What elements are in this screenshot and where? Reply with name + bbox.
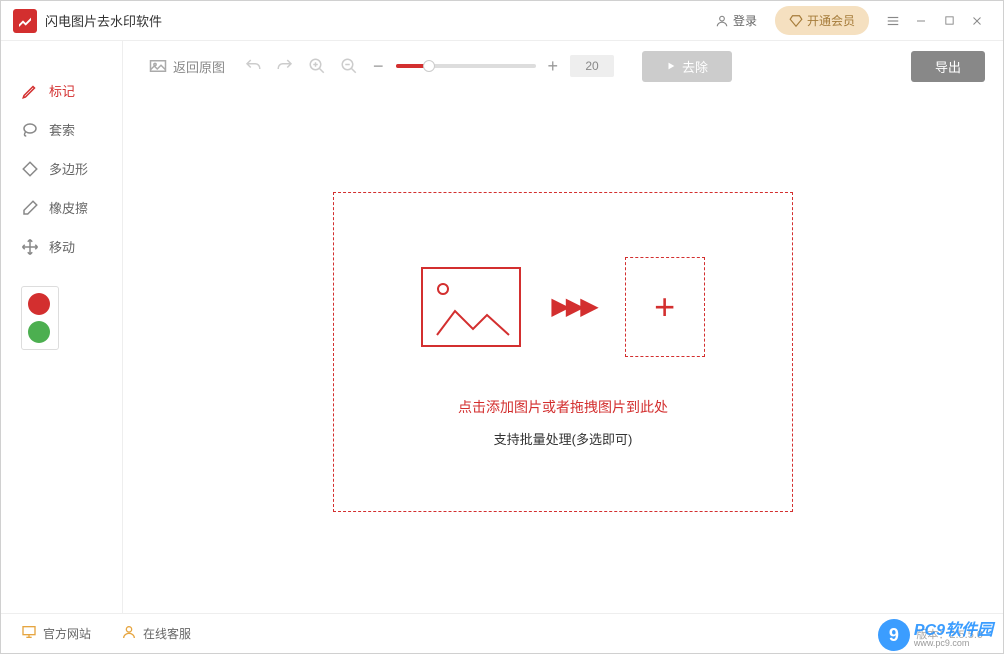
tool-label: 多边形 xyxy=(49,159,88,178)
tool-label: 移动 xyxy=(49,237,75,256)
tool-label: 套索 xyxy=(49,120,75,139)
tool-mark[interactable]: 标记 xyxy=(1,71,122,110)
eraser-icon xyxy=(21,199,39,217)
minimize-button[interactable] xyxy=(907,7,935,35)
support-link[interactable]: 在线客服 xyxy=(121,624,191,643)
minimize-icon xyxy=(915,15,927,27)
export-button[interactable]: 导出 xyxy=(911,51,985,82)
support-label: 在线客服 xyxy=(143,625,191,642)
user-icon xyxy=(715,14,729,28)
zoom-in-icon xyxy=(308,57,326,75)
remove-label: 去除 xyxy=(682,57,708,76)
zoom-in-button[interactable] xyxy=(305,54,329,78)
pencil-icon xyxy=(21,82,39,100)
tool-eraser[interactable]: 橡皮擦 xyxy=(1,188,122,227)
image-placeholder-icon xyxy=(421,267,521,347)
diamond-icon xyxy=(789,14,803,28)
close-icon xyxy=(971,15,983,27)
tool-label: 橡皮擦 xyxy=(49,198,88,217)
dropzone-secondary-text: 支持批量处理(多选即可) xyxy=(494,429,633,448)
slider-thumb[interactable] xyxy=(423,60,435,72)
tool-lasso[interactable]: 套索 xyxy=(1,110,122,149)
image-icon xyxy=(149,59,167,73)
titlebar: 闪电图片去水印软件 登录 开通会员 xyxy=(1,1,1003,41)
brush-size-value: 20 xyxy=(570,55,614,77)
undo-button[interactable] xyxy=(241,54,265,78)
add-placeholder-icon: + xyxy=(625,257,705,357)
export-label: 导出 xyxy=(935,57,961,76)
lasso-icon xyxy=(21,121,39,139)
sidebar: 标记 套索 多边形 橡皮擦 移动 xyxy=(1,41,123,613)
dropzone-graphic: ▶▶▶ + xyxy=(421,257,704,357)
canvas-area: ▶▶▶ + 点击添加图片或者拖拽图片到此处 支持批量处理(多选即可) xyxy=(123,91,1003,613)
plus-icon: + xyxy=(654,286,675,328)
maximize-button[interactable] xyxy=(935,7,963,35)
slider-decrease[interactable]: − xyxy=(369,56,388,77)
headset-icon xyxy=(121,624,137,643)
remove-button[interactable]: 去除 xyxy=(642,51,732,82)
play-icon xyxy=(666,61,676,71)
app-logo-icon xyxy=(13,9,37,33)
zoom-out-button[interactable] xyxy=(337,54,361,78)
move-icon xyxy=(21,238,39,256)
monitor-icon xyxy=(21,624,37,643)
main-area: 标记 套索 多边形 橡皮擦 移动 返回原图 xyxy=(1,41,1003,613)
brush-size-slider: − + 20 xyxy=(369,55,614,77)
tool-label: 标记 xyxy=(49,81,75,100)
close-button[interactable] xyxy=(963,7,991,35)
toolbar: 返回原图 − + 20 去除 导出 xyxy=(123,41,1003,91)
login-button[interactable]: 登录 xyxy=(707,8,765,33)
footer: 官方网站 在线客服 版本：2.5.5.0 xyxy=(1,613,1003,653)
redo-icon xyxy=(276,57,294,75)
swatch-green[interactable] xyxy=(28,321,50,343)
swatch-red[interactable] xyxy=(28,293,50,315)
hamburger-icon xyxy=(886,14,900,28)
slider-increase[interactable]: + xyxy=(544,56,563,77)
login-label: 登录 xyxy=(733,12,757,29)
official-website-link[interactable]: 官方网站 xyxy=(21,624,91,643)
color-swatches xyxy=(21,286,59,350)
back-label: 返回原图 xyxy=(173,57,225,76)
dropzone[interactable]: ▶▶▶ + 点击添加图片或者拖拽图片到此处 支持批量处理(多选即可) xyxy=(333,192,793,512)
slider-track[interactable] xyxy=(396,64,536,68)
back-to-original-button[interactable]: 返回原图 xyxy=(141,53,233,80)
tool-polygon[interactable]: 多边形 xyxy=(1,149,122,188)
redo-button[interactable] xyxy=(273,54,297,78)
arrow-icon: ▶▶▶ xyxy=(551,292,594,321)
zoom-out-icon xyxy=(340,57,358,75)
undo-icon xyxy=(244,57,262,75)
version-text: 版本：2.5.5.0 xyxy=(916,626,983,642)
website-label: 官方网站 xyxy=(43,625,91,642)
polygon-icon xyxy=(21,160,39,178)
app-title: 闪电图片去水印软件 xyxy=(45,11,162,30)
menu-button[interactable] xyxy=(879,7,907,35)
vip-label: 开通会员 xyxy=(807,12,855,29)
maximize-icon xyxy=(944,15,955,26)
dropzone-primary-text: 点击添加图片或者拖拽图片到此处 xyxy=(458,397,668,417)
vip-button[interactable]: 开通会员 xyxy=(775,6,869,35)
tool-move[interactable]: 移动 xyxy=(1,227,122,266)
content-area: 返回原图 − + 20 去除 导出 xyxy=(123,41,1003,613)
